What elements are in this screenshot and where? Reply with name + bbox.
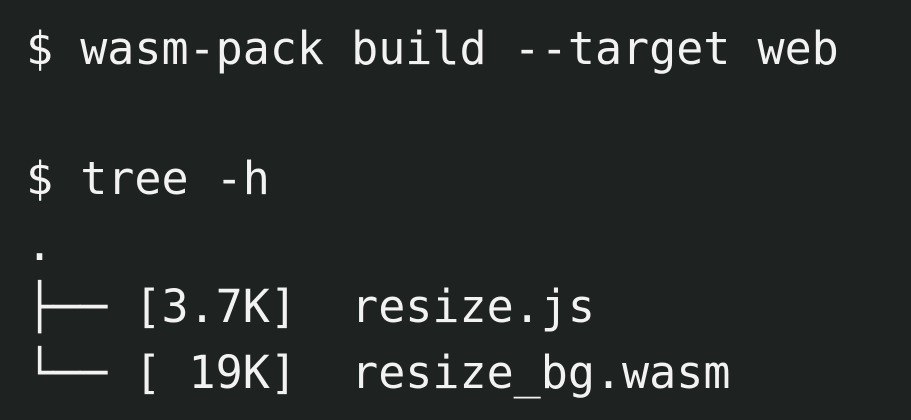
command-text: wasm-pack build --target web — [80, 22, 839, 75]
file-name: resize.js — [351, 280, 595, 333]
file-size: [3.7K] — [134, 280, 297, 333]
command-line-build: $ wasm-pack build --target web — [26, 26, 839, 71]
file-name: resize_bg.wasm — [351, 346, 731, 399]
prompt-symbol: $ — [26, 152, 54, 205]
terminal-window: $ wasm-pack build --target web $ tree -h… — [0, 0, 911, 420]
file-size: [ 19K] — [134, 346, 297, 399]
tree-last-branch-glyph: └── — [26, 346, 108, 399]
tree-entry: └── [ 19K] resize_bg.wasm — [26, 350, 730, 395]
prompt-symbol: $ — [26, 22, 54, 75]
tree-branch-glyph: ├── — [26, 280, 108, 333]
tree-entry: ├── [3.7K] resize.js — [26, 284, 595, 329]
tree-root: . — [26, 218, 54, 271]
command-line-tree: $ tree -h — [26, 156, 270, 201]
command-text: tree -h — [80, 152, 270, 205]
